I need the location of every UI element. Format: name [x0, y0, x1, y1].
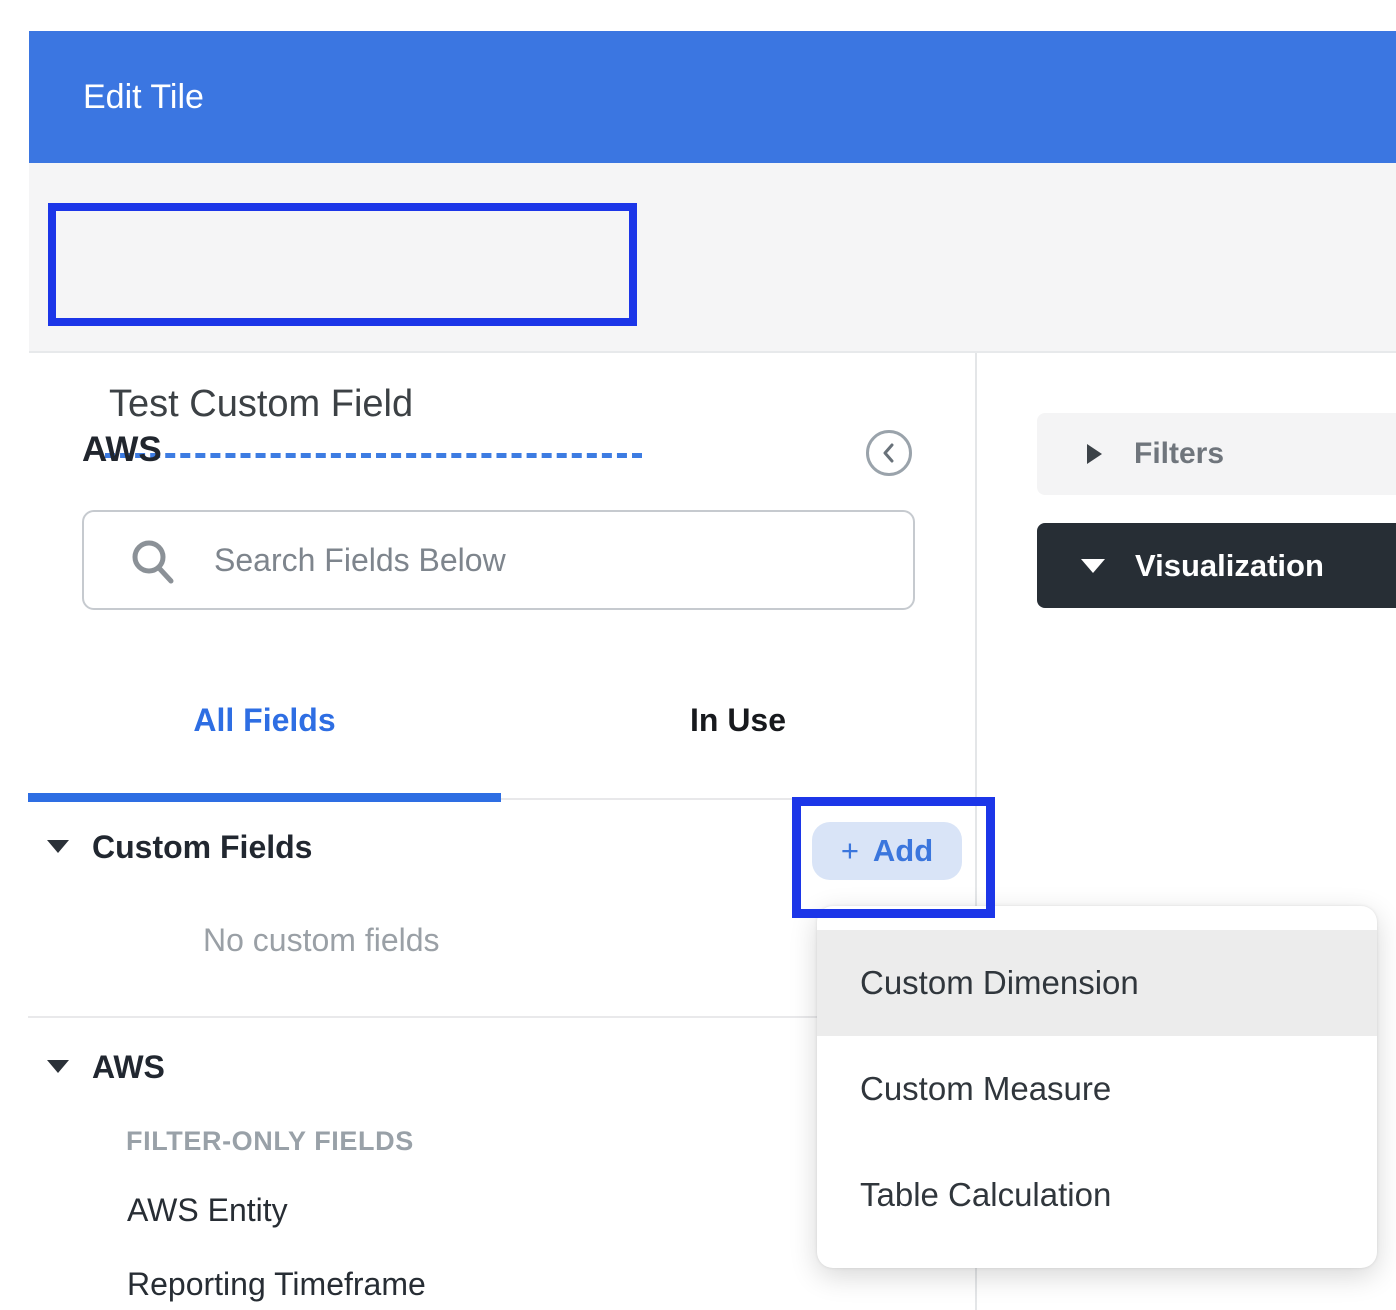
field-item-aws-entity[interactable]: AWS Entity [127, 1192, 288, 1229]
active-tab-indicator [28, 793, 501, 802]
caret-down-icon[interactable] [47, 840, 69, 853]
edit-tile-dialog: Edit Tile Test Custom Field AWS Search F… [0, 0, 1396, 1310]
filter-only-fields-group-label: FILTER-ONLY FIELDS [126, 1126, 414, 1157]
field-item-reporting-timeframe[interactable]: Reporting Timeframe [127, 1266, 426, 1303]
no-custom-fields-text: No custom fields [203, 922, 440, 959]
custom-fields-section-label[interactable]: Custom Fields [92, 829, 312, 866]
collapse-panel-button[interactable] [866, 430, 912, 476]
visualization-section-header[interactable]: Visualization [1037, 523, 1396, 608]
caret-down-icon[interactable] [47, 1060, 69, 1073]
chevron-left-icon [878, 442, 900, 464]
aws-section-label[interactable]: AWS [92, 1049, 165, 1086]
menu-item-custom-measure[interactable]: Custom Measure [817, 1036, 1377, 1142]
filters-label: Filters [1134, 437, 1224, 471]
search-placeholder: Search Fields Below [214, 542, 506, 579]
annotation-box-title [48, 203, 637, 326]
tile-title-input[interactable]: Test Custom Field [109, 383, 413, 426]
dialog-title: Edit Tile [83, 31, 204, 163]
menu-item-custom-dimension[interactable]: Custom Dimension [817, 930, 1377, 1036]
add-field-dropdown-menu: Custom Dimension Custom Measure Table Ca… [817, 906, 1377, 1268]
menu-item-table-calculation[interactable]: Table Calculation [817, 1142, 1377, 1248]
triangle-right-icon [1087, 444, 1102, 464]
search-fields-input[interactable]: Search Fields Below [82, 510, 915, 610]
tab-all-fields[interactable]: All Fields [28, 702, 501, 739]
dialog-header: Edit Tile [29, 31, 1396, 163]
tab-in-use[interactable]: In Use [501, 702, 975, 739]
tile-title-underline [105, 453, 642, 458]
annotation-box-add-button [792, 797, 995, 918]
triangle-down-icon [1081, 559, 1105, 573]
filters-section-header[interactable]: Filters [1037, 413, 1396, 495]
search-icon [128, 537, 180, 589]
visualization-label: Visualization [1135, 548, 1324, 584]
model-name-heading: AWS [82, 430, 162, 470]
